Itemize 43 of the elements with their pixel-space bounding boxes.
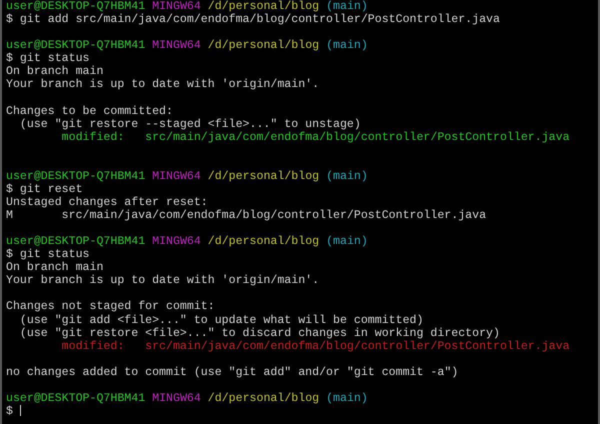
- prompt-branch: (main): [326, 0, 368, 13]
- prompt-branch: (main): [326, 392, 368, 405]
- prompt-shell: MINGW64: [152, 170, 201, 183]
- output-text: (use "git restore --staged <file>..." to unstage): [18, 118, 361, 131]
- prompt-shell: MINGW64: [152, 392, 201, 405]
- output-text: Your branch is up to date with 'origin/main'.: [6, 274, 320, 288]
- prompt-path: /d/personal/blog: [208, 0, 320, 13]
- output-text: M: [6, 209, 13, 222]
- output-text: On branch main: [6, 261, 104, 274]
- prompt-user: user@DESKTOP-Q7HBM41: [6, 235, 146, 248]
- staged-file-text: modified:: [62, 130, 124, 144]
- prompt-shell: MINGW64: [152, 0, 201, 13]
- output-text: Changes to be committed:: [6, 104, 173, 118]
- output-text: (use "git add <file>..." to update what will be committed): [18, 314, 424, 326]
- prompt-branch: (main): [326, 235, 368, 248]
- prompt-path: /d/personal/blog: [208, 235, 320, 248]
- prompt-branch: (main): [326, 39, 368, 52]
- prompt-user: user@DESKTOP-Q7HBM41: [6, 0, 146, 13]
- output-text: Unstaged changes after reset:: [6, 196, 208, 209]
- output-text: src/main/java/com/endofma/blog/controller/PostController.java: [62, 209, 486, 222]
- output-text: Your branch is up to date with 'origin/main'.: [6, 78, 320, 92]
- unstaged-file-text: src/main/java/com/endofma/blog/controller/PostController.java: [145, 340, 570, 353]
- output-text: no changes added to commit (use "git add" and/or "git commit -a"): [6, 366, 458, 379]
- prompt-user: user@DESKTOP-Q7HBM41: [6, 170, 146, 183]
- output-text: Changes not staged for commit:: [6, 300, 215, 314]
- command-text: $ git status: [6, 52, 90, 66]
- prompt-user: user@DESKTOP-Q7HBM41: [6, 39, 146, 52]
- prompt-user: user@DESKTOP-Q7HBM41: [6, 392, 146, 405]
- output-text: On branch main: [6, 65, 104, 78]
- prompt-branch: (main): [326, 170, 368, 183]
- command-text: $ git status: [6, 248, 90, 262]
- command-text: $ git add src/main/java/com/endofma/blog/controller/PostController.java: [6, 13, 500, 26]
- text-cursor: [20, 405, 21, 416]
- prompt-path: /d/personal/blog: [208, 170, 320, 183]
- prompt-shell: MINGW64: [152, 39, 201, 52]
- staged-file-text: src/main/java/com/endofma/blog/controller/PostController.java: [145, 130, 570, 144]
- command-text: $ git reset: [6, 182, 83, 196]
- prompt-path: /d/personal/blog: [208, 392, 320, 405]
- output-text: (use "git restore <file>..." to discard changes in working directory): [18, 326, 500, 340]
- prompt-path: /d/personal/blog: [208, 39, 320, 52]
- unstaged-file-text: modified:: [62, 340, 124, 353]
- prompt-shell: MINGW64: [152, 235, 201, 248]
- command-text: $: [6, 404, 13, 418]
